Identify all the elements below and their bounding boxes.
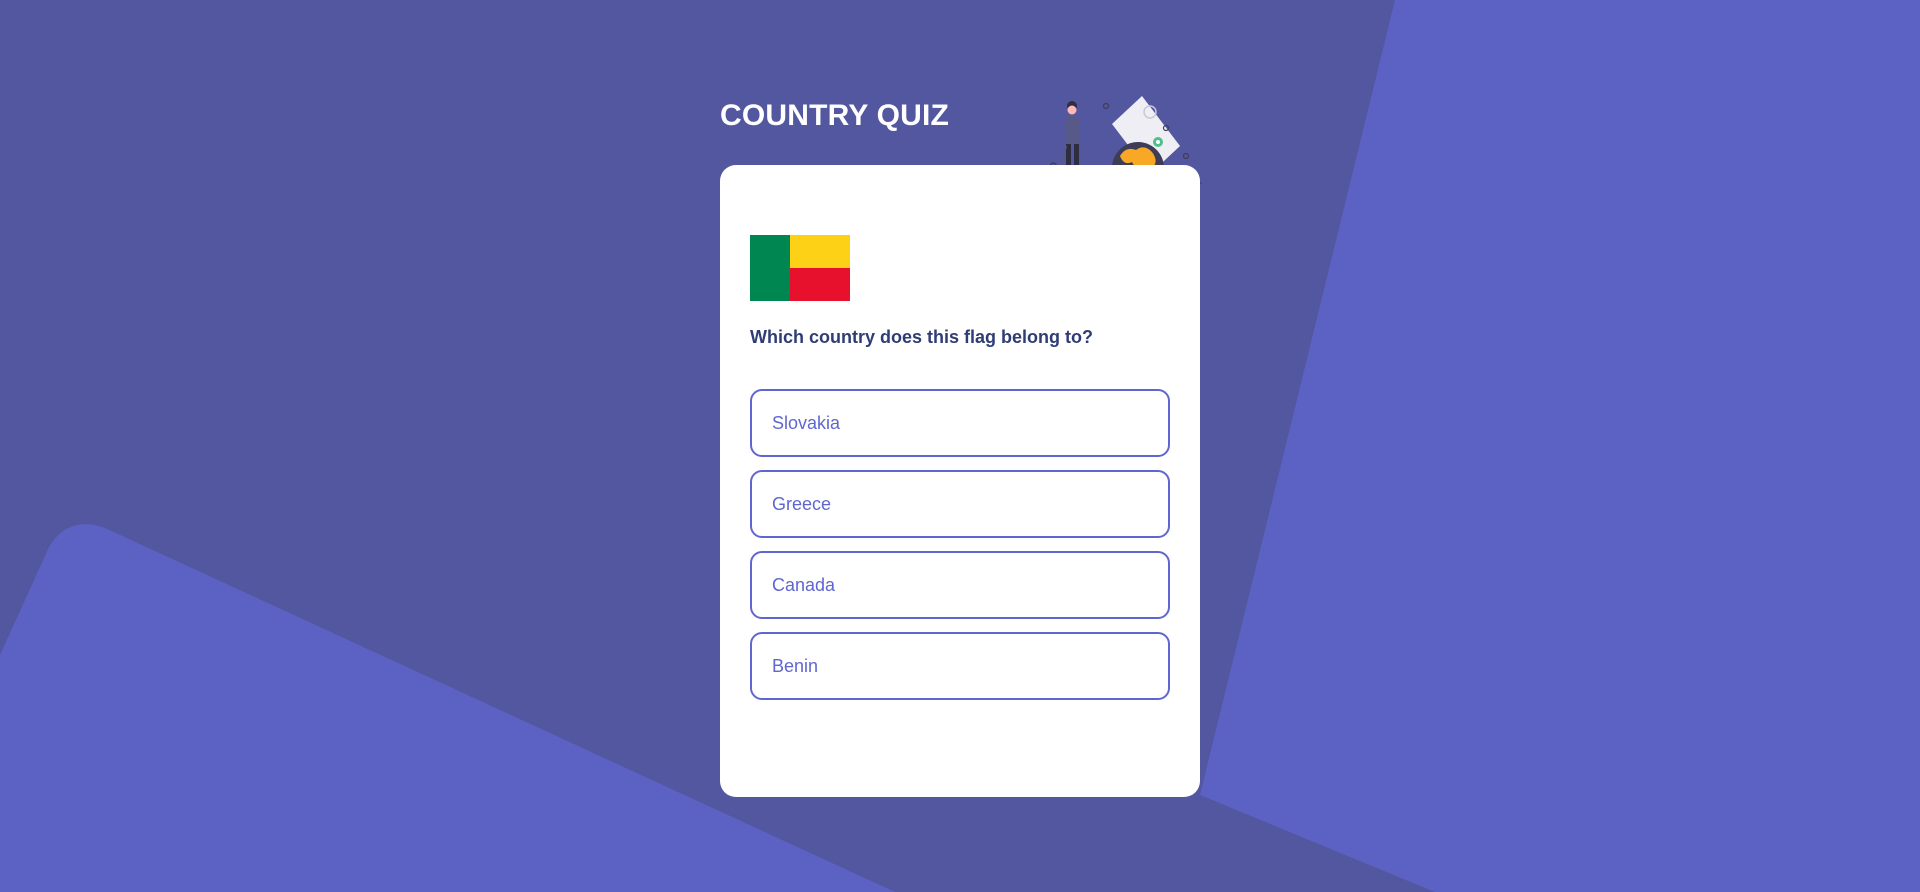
benin-flag-icon [750, 235, 850, 301]
quiz-container: COUNTRY QUIZ Which country does this fla… [720, 96, 1202, 797]
answer-option-benin[interactable]: Benin [750, 632, 1170, 700]
answer-list: Slovakia Greece Canada Benin [750, 389, 1170, 713]
question-text: Which country does this flag belong to? [750, 327, 1093, 347]
answer-label: Slovakia [772, 412, 841, 433]
answer-label: Benin [772, 655, 819, 676]
answer-option-canada[interactable]: Canada [750, 551, 1170, 619]
answer-label: Greece [772, 493, 832, 514]
answer-label: Canada [772, 574, 836, 595]
answer-option-greece[interactable]: Greece [750, 470, 1170, 538]
answer-option-slovakia[interactable]: Slovakia [750, 389, 1170, 457]
quiz-card: Which country does this flag belong to? … [720, 165, 1200, 797]
